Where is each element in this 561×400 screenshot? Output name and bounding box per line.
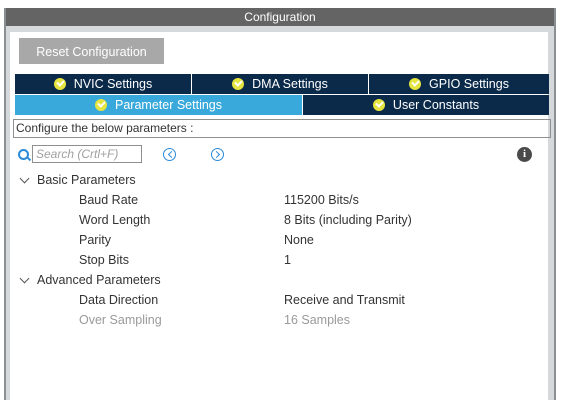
- param-row-baud-rate[interactable]: Baud Rate 115200 Bits/s: [0, 190, 561, 210]
- tab-label: GPIO Settings: [429, 77, 509, 91]
- group-advanced-parameters[interactable]: Advanced Parameters: [0, 270, 300, 290]
- param-row-data-direction[interactable]: Data Direction Receive and Transmit: [0, 290, 561, 310]
- info-icon[interactable]: i: [517, 147, 532, 162]
- tab-nvic-settings[interactable]: NVIC Settings: [15, 74, 192, 94]
- search-bar: i: [18, 145, 553, 165]
- param-value: None: [284, 233, 314, 247]
- window-title: Configuration: [6, 8, 554, 26]
- param-row-over-sampling: Over Sampling 16 Samples: [0, 310, 561, 330]
- param-value: 115200 Bits/s: [284, 193, 359, 207]
- tab-dma-settings[interactable]: DMA Settings: [192, 74, 369, 94]
- param-value: 8 Bits (including Parity): [284, 213, 412, 227]
- search-input[interactable]: [32, 145, 142, 163]
- group-label: Advanced Parameters: [37, 273, 161, 287]
- tab-label: User Constants: [392, 98, 480, 112]
- tab-label: DMA Settings: [252, 77, 328, 91]
- chevron-down-icon: [19, 173, 30, 184]
- tab-row-2: Parameter Settings User Constants: [15, 95, 549, 115]
- param-name: Parity: [79, 233, 111, 247]
- tab-row-1: NVIC Settings DMA Settings GPIO Settings: [15, 74, 549, 94]
- param-value: 16 Samples: [284, 313, 351, 327]
- check-icon: [95, 99, 107, 111]
- param-value: Receive and Transmit: [284, 293, 405, 307]
- next-result-icon[interactable]: [211, 148, 224, 161]
- param-row-parity[interactable]: Parity None: [0, 230, 561, 250]
- tab-gpio-settings[interactable]: GPIO Settings: [369, 74, 549, 94]
- group-basic-parameters[interactable]: Basic Parameters: [0, 170, 300, 190]
- tab-label: NVIC Settings: [73, 77, 153, 91]
- param-name: Stop Bits: [79, 253, 130, 267]
- param-name: Word Length: [79, 213, 151, 227]
- parameters-description: Configure the below parameters :: [13, 119, 551, 138]
- check-icon: [232, 78, 245, 90]
- param-name: Data Direction: [79, 293, 159, 307]
- search-icon: [18, 149, 29, 160]
- chevron-down-icon: [19, 273, 30, 284]
- tab-parameter-settings[interactable]: Parameter Settings: [15, 95, 303, 115]
- param-value: 1: [284, 253, 291, 267]
- check-icon: [409, 78, 422, 90]
- param-row-stop-bits[interactable]: Stop Bits 1: [0, 250, 561, 270]
- tab-label: Parameter Settings: [115, 98, 222, 112]
- group-label: Basic Parameters: [37, 173, 136, 187]
- check-icon: [372, 99, 385, 111]
- param-name: Baud Rate: [79, 193, 139, 207]
- param-name: Over Sampling: [79, 313, 162, 327]
- param-row-word-length[interactable]: Word Length 8 Bits (including Parity): [0, 210, 561, 230]
- tab-user-constants[interactable]: User Constants: [303, 95, 549, 115]
- previous-result-icon[interactable]: [163, 148, 176, 161]
- reset-configuration-button[interactable]: Reset Configuration: [19, 38, 164, 64]
- check-icon: [53, 78, 66, 90]
